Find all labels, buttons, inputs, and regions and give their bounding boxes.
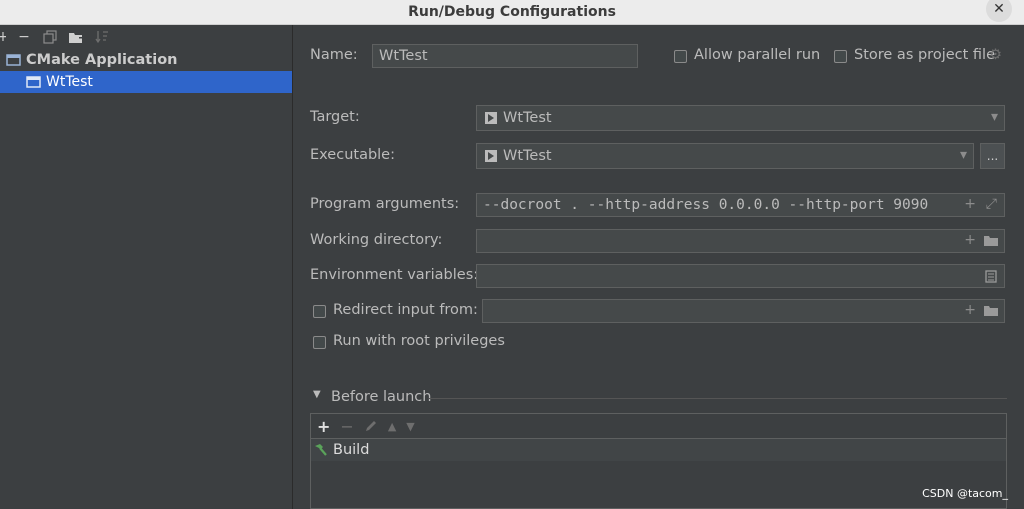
browse-label: ...	[986, 149, 999, 163]
add-icon[interactable]: +	[0, 29, 6, 45]
chevron-down-icon[interactable]: ▾	[960, 147, 967, 163]
folder-add-icon[interactable]	[68, 29, 84, 45]
env-vars-input[interactable]	[476, 264, 1005, 288]
program-args-label: Program arguments:	[310, 196, 460, 212]
remove-task-icon[interactable]: −	[340, 417, 353, 436]
add-task-icon[interactable]: +	[317, 417, 330, 436]
gear-icon[interactable]: ⚙	[989, 47, 1002, 63]
config-form: Name: WtTest Allow parallel run Store as…	[293, 25, 1024, 509]
name-input[interactable]: WtTest	[372, 44, 638, 68]
tree-group-label: CMake Application	[26, 52, 178, 68]
tree-item-wttest[interactable]: WtTest	[0, 71, 292, 93]
close-icon[interactable]: ✕	[986, 0, 1012, 22]
config-icon	[26, 76, 41, 88]
run-executable-icon	[485, 150, 497, 162]
list-item[interactable]: Build	[311, 439, 1006, 461]
collapse-chevron-icon[interactable]: ▼	[313, 389, 321, 400]
plus-icon[interactable]: +	[964, 196, 976, 212]
before-launch-toolbar: + − ▲ ▼	[311, 414, 1006, 439]
copy-icon[interactable]	[42, 29, 58, 45]
executable-label: Executable:	[310, 147, 395, 163]
before-launch-title: Before launch	[331, 389, 432, 405]
run-target-icon	[485, 112, 497, 124]
redirect-label: Redirect input from:	[333, 302, 478, 318]
expand-icon[interactable]: ⤢	[986, 196, 997, 212]
sort-icon[interactable]	[94, 29, 110, 45]
root-priv-label: Run with root privileges	[333, 333, 505, 349]
move-up-icon[interactable]: ▲	[388, 420, 396, 433]
working-dir-input[interactable]: +	[476, 229, 1005, 253]
program-args-input[interactable]: --docroot . --http-address 0.0.0.0 --htt…	[476, 193, 1005, 217]
name-label: Name:	[310, 47, 358, 63]
program-args-value: --docroot . --http-address 0.0.0.0 --htt…	[483, 197, 929, 213]
root-priv-checkbox[interactable]	[313, 336, 326, 349]
allow-parallel-label: Allow parallel run	[694, 47, 821, 63]
tree-group-cmake-application[interactable]: CMake Application	[0, 49, 292, 71]
store-project-checkbox[interactable]	[834, 50, 847, 63]
plus-icon[interactable]: +	[964, 302, 976, 318]
name-value: WtTest	[379, 48, 428, 64]
target-label: Target:	[310, 109, 360, 125]
title-bar: Run/Debug Configurations ✕	[0, 0, 1024, 25]
redirect-checkbox[interactable]	[313, 305, 326, 318]
browse-button[interactable]: ...	[980, 143, 1005, 169]
target-value: WtTest	[503, 110, 552, 126]
store-project-label: Store as project file	[854, 47, 995, 63]
window-title: Run/Debug Configurations	[408, 4, 616, 20]
section-divider	[429, 398, 1007, 399]
tree-item-label: WtTest	[46, 74, 93, 90]
plus-icon[interactable]: +	[964, 232, 976, 248]
config-sidebar: + − CMake Application WtTest	[0, 25, 293, 509]
executable-select[interactable]: WtTest ▾	[476, 143, 974, 169]
move-down-icon[interactable]: ▼	[406, 420, 414, 433]
task-label: Build	[333, 442, 370, 458]
document-icon[interactable]	[985, 270, 997, 283]
folder-icon[interactable]	[983, 305, 999, 317]
executable-value: WtTest	[503, 148, 552, 164]
allow-parallel-checkbox[interactable]	[674, 50, 687, 63]
working-dir-label: Working directory:	[310, 232, 443, 248]
edit-icon[interactable]	[364, 419, 378, 433]
target-select[interactable]: WtTest ▾	[476, 105, 1005, 131]
sidebar-toolbar: + −	[0, 25, 292, 49]
redirect-input[interactable]: +	[482, 299, 1005, 323]
hammer-icon	[315, 444, 327, 456]
folder-icon[interactable]	[983, 235, 999, 247]
chevron-down-icon[interactable]: ▾	[991, 109, 998, 125]
watermark: CSDN @tacom_	[922, 487, 1008, 500]
cmake-app-icon	[6, 54, 21, 66]
remove-icon[interactable]: −	[16, 29, 32, 45]
env-vars-label: Environment variables:	[310, 267, 479, 283]
before-launch-panel: + − ▲ ▼ Build	[310, 413, 1007, 509]
